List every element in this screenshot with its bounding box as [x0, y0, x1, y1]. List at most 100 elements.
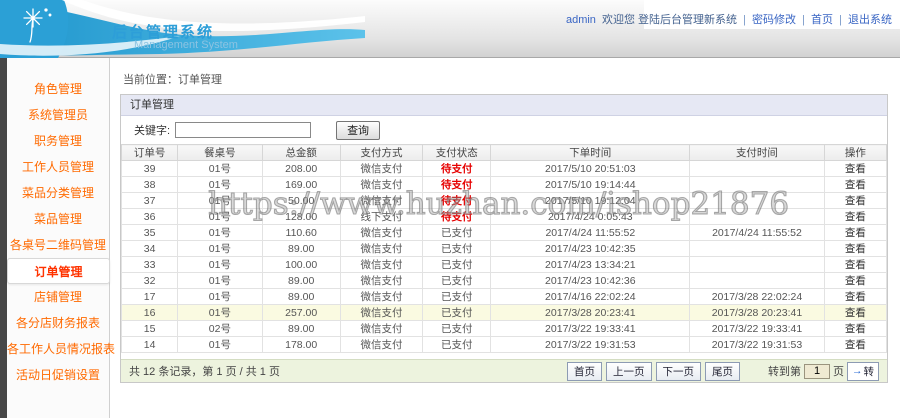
first-page-button[interactable]: 首页: [567, 362, 602, 381]
last-page-button[interactable]: 尾页: [705, 362, 740, 381]
order-id-cell: 37: [122, 193, 178, 209]
sidebar-item-position[interactable]: 职务管理: [7, 128, 109, 154]
sidebar-item-orders[interactable]: 订单管理: [7, 258, 110, 284]
view-order-link[interactable]: 查看: [845, 323, 866, 335]
sidebar-item-shop[interactable]: 店铺管理: [7, 284, 109, 310]
order-id-cell: 35: [122, 225, 178, 241]
order-time-cell: 2017/3/22 19:31:53: [491, 337, 690, 353]
sidebar-item-sys-admin[interactable]: 系统管理员: [7, 102, 109, 128]
view-order-link[interactable]: 查看: [845, 227, 866, 239]
order-time-cell: 2017/3/22 19:33:41: [491, 321, 690, 337]
action-cell: 查看: [824, 193, 886, 209]
sidebar-item-dish-category[interactable]: 菜品分类管理: [7, 180, 109, 206]
main-content: 当前位置：订单管理 订单管理 关键字: 查询 订单号餐桌号总金额支付方式支付状态…: [110, 58, 900, 418]
records-summary: 共 12 条记录，第 1 页 / 共 1 页: [129, 363, 280, 379]
amount-cell: 89.00: [262, 273, 340, 289]
view-order-link[interactable]: 查看: [845, 291, 866, 303]
payment-status-badge: 待支付: [441, 195, 473, 207]
status-cell: 已支付: [423, 273, 491, 289]
orders-table: 订单号餐桌号总金额支付方式支付状态下单时间支付时间操作 3901号208.00微…: [121, 144, 887, 353]
pay-method-cell: 微信支付: [340, 193, 422, 209]
status-cell: 已支付: [423, 289, 491, 305]
go-button-label: 转: [864, 364, 875, 379]
pay-time-cell: [690, 161, 825, 177]
goto-page-input[interactable]: [804, 364, 830, 379]
view-order-link[interactable]: 查看: [845, 307, 866, 319]
user-bar: admin 欢迎您 登陆后台管理新系统 | 密码修改 | 首页 | 退出系统: [566, 11, 892, 27]
amount-cell: 208.00: [262, 161, 340, 177]
app-subtitle: Management System: [134, 39, 238, 51]
pay-time-cell: [690, 193, 825, 209]
sidebar-item-dish[interactable]: 菜品管理: [7, 206, 109, 232]
status-cell: 已支付: [423, 337, 491, 353]
action-cell: 查看: [824, 289, 886, 305]
pay-method-cell: 微信支付: [340, 257, 422, 273]
pay-time-cell: [690, 209, 825, 225]
sidebar-item-table-qrcode[interactable]: 各桌号二维码管理: [7, 232, 109, 258]
search-row: 关键字: 查询: [121, 116, 887, 144]
app-window: 后台管理系统 Management System admin 欢迎您 登陆后台管…: [0, 0, 900, 419]
sidebar-item-staff[interactable]: 工作人员管理: [7, 154, 109, 180]
table-row: 1601号257.00微信支付已支付2017/3/28 20:23:412017…: [122, 305, 887, 321]
pay-time-cell: [690, 273, 825, 289]
pay-method-cell: 微信支付: [340, 177, 422, 193]
order-time-cell: 2017/4/24 11:55:52: [491, 225, 690, 241]
col-pay-time: 支付时间: [690, 145, 825, 161]
table-row: 3701号50.00微信支付待支付2017/5/10 19:12:04查看: [122, 193, 887, 209]
action-cell: 查看: [824, 241, 886, 257]
pagination-bar: 共 12 条记录，第 1 页 / 共 1 页 首页上一页下一页尾页 转到第 页 …: [121, 359, 887, 382]
left-dark-strip: [0, 58, 7, 418]
orders-panel: 订单管理 关键字: 查询 订单号餐桌号总金额支付方式支付状态下单时间支付时间操作…: [120, 94, 888, 383]
view-order-link[interactable]: 查看: [845, 339, 866, 351]
table-no-cell: 01号: [178, 193, 262, 209]
order-time-cell: 2017/4/23 13:34:21: [491, 257, 690, 273]
prev-page-button[interactable]: 上一页: [606, 362, 652, 381]
search-button[interactable]: 查询: [336, 121, 380, 140]
order-id-cell: 34: [122, 241, 178, 257]
status-cell: 已支付: [423, 321, 491, 337]
col-pay-method: 支付方式: [340, 145, 422, 161]
payment-status-badge: 已支付: [441, 323, 473, 335]
separator: |: [802, 14, 805, 26]
payment-status-badge: 已支付: [441, 275, 473, 287]
pay-method-cell: 微信支付: [340, 273, 422, 289]
sidebar-item-branch-finance[interactable]: 各分店财务报表: [7, 310, 109, 336]
view-order-link[interactable]: 查看: [845, 259, 866, 271]
payment-status-badge: 待支付: [441, 211, 473, 223]
order-id-cell: 15: [122, 321, 178, 337]
pay-time-cell: 2017/3/28 20:23:41: [690, 305, 825, 321]
pager-buttons: 首页上一页下一页尾页: [567, 362, 740, 381]
sidebar-item-staff-report[interactable]: 各工作人员情况报表: [7, 336, 109, 362]
view-order-link[interactable]: 查看: [845, 195, 866, 207]
amount-cell: 178.00: [262, 337, 340, 353]
col-amount: 总金额: [262, 145, 340, 161]
sidebar-item-role[interactable]: 角色管理: [7, 76, 109, 102]
view-order-link[interactable]: 查看: [845, 211, 866, 223]
next-page-button[interactable]: 下一页: [656, 362, 702, 381]
pay-method-cell: 微信支付: [340, 305, 422, 321]
view-order-link[interactable]: 查看: [845, 179, 866, 191]
pay-time-cell: 2017/4/24 11:55:52: [690, 225, 825, 241]
goto-suffix-label: 页: [833, 363, 844, 379]
action-cell: 查看: [824, 273, 886, 289]
go-button[interactable]: →转: [847, 362, 879, 381]
goto-prefix-label: 转到第: [768, 363, 801, 379]
order-time-cell: 2017/3/28 20:23:41: [491, 305, 690, 321]
keyword-input[interactable]: [175, 122, 311, 138]
order-time-cell: 2017/5/10 19:14:44: [491, 177, 690, 193]
change-password-link[interactable]: 密码修改: [752, 14, 796, 26]
pay-time-cell: [690, 177, 825, 193]
sidebar-item-promotion[interactable]: 活动日促销设置: [7, 362, 109, 388]
view-order-link[interactable]: 查看: [845, 275, 866, 287]
pay-time-cell: [690, 241, 825, 257]
table-row: 3201号89.00微信支付已支付2017/4/23 10:42:36查看: [122, 273, 887, 289]
table-no-cell: 01号: [178, 177, 262, 193]
pay-method-cell: 微信支付: [340, 161, 422, 177]
action-cell: 查看: [824, 225, 886, 241]
view-order-link[interactable]: 查看: [845, 163, 866, 175]
amount-cell: 100.00: [262, 257, 340, 273]
home-link[interactable]: 首页: [811, 14, 833, 26]
logout-link[interactable]: 退出系统: [848, 14, 892, 26]
breadcrumb: 当前位置：订单管理: [110, 58, 900, 94]
view-order-link[interactable]: 查看: [845, 243, 866, 255]
